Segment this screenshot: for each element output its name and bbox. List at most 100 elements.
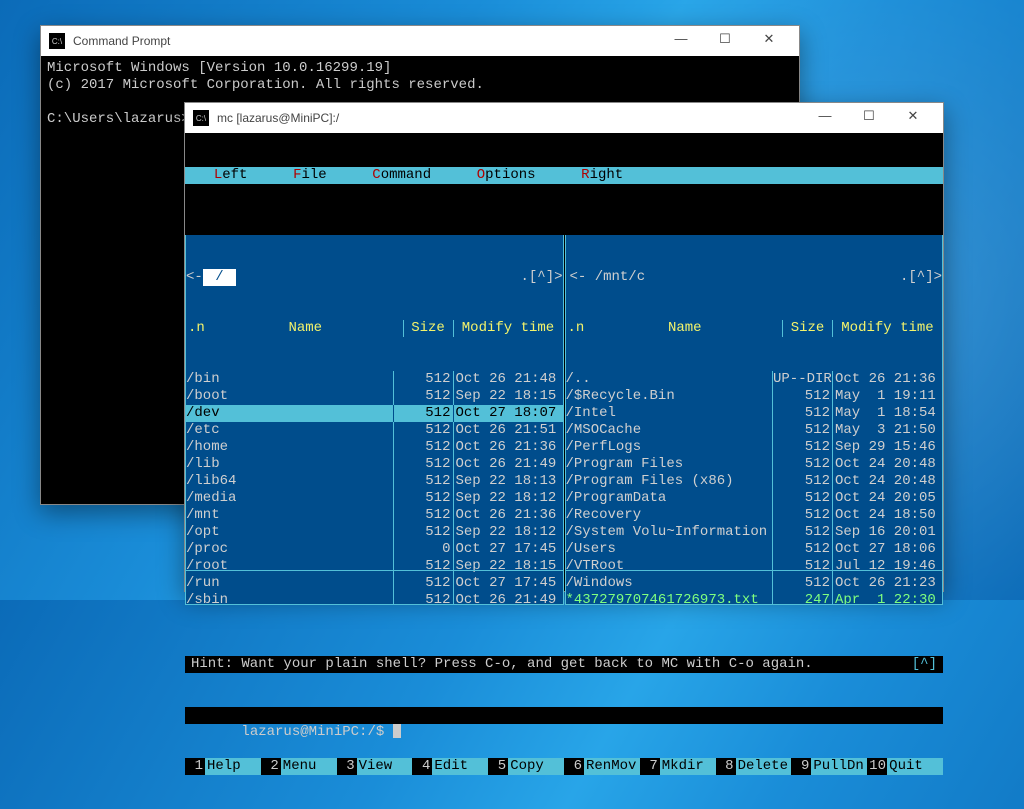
file-row[interactable]: /Users512Oct 27 18:06 — [566, 541, 943, 558]
fkey-label: Mkdir — [660, 758, 716, 775]
file-row[interactable]: /PerfLogs512Sep 29 15:46 — [566, 439, 943, 456]
fkey-copy[interactable]: 5Copy — [488, 758, 564, 775]
fkey-mkdir[interactable]: 7Mkdir — [640, 758, 716, 775]
col-mod[interactable]: Modify time — [832, 320, 942, 337]
file-mtime: Oct 26 21:48 — [453, 371, 563, 388]
file-size: 512 — [772, 541, 832, 558]
fkey-num: 9 — [791, 758, 811, 775]
menu-right[interactable]: Right — [558, 167, 646, 184]
file-mtime: Oct 24 18:50 — [832, 507, 942, 524]
file-row[interactable]: /proc0Oct 27 17:45 — [186, 541, 563, 558]
file-name: /opt — [186, 524, 393, 541]
file-mtime: May 1 18:54 — [832, 405, 942, 422]
mc-terminal[interactable]: Left File Command Options Right <- / .[^… — [185, 133, 943, 591]
col-size[interactable]: Size — [782, 320, 832, 337]
mc-prompt-line[interactable]: lazarus@MiniPC:/$ — [185, 707, 943, 724]
file-row[interactable]: /boot512Sep 22 18:15 — [186, 388, 563, 405]
menu-options[interactable]: Options — [454, 167, 558, 184]
col-name[interactable]: Name — [208, 320, 403, 337]
fkey-quit[interactable]: 10Quit — [867, 758, 943, 775]
right-panel-corner[interactable]: .[^]> — [900, 269, 942, 286]
fkey-menu[interactable]: 2Menu — [261, 758, 337, 775]
file-row[interactable]: /..UP--DIROct 26 21:36 — [566, 371, 943, 388]
right-cols-header: .n Name Size Modify time — [566, 320, 943, 337]
menu-command[interactable]: Command — [349, 167, 453, 184]
close-button[interactable]: ✕ — [891, 101, 935, 131]
maximize-button[interactable]: ☐ — [703, 24, 747, 54]
file-size: 512 — [393, 405, 453, 422]
file-row[interactable]: /lib64512Sep 22 18:13 — [186, 473, 563, 490]
file-size: 512 — [393, 507, 453, 524]
file-name: /MSOCache — [566, 422, 773, 439]
fkey-bar[interactable]: 1Help2Menu3View4Edit5Copy6RenMov7Mkdir8D… — [185, 758, 943, 775]
col-name[interactable]: Name — [588, 320, 783, 337]
left-panel-corner[interactable]: .[^]> — [520, 269, 562, 286]
file-row[interactable]: /Program Files512Oct 24 20:48 — [566, 456, 943, 473]
file-row[interactable]: /MSOCache512May 3 21:50 — [566, 422, 943, 439]
fkey-num: 3 — [337, 758, 357, 775]
file-row[interactable]: /lib512Oct 26 21:49 — [186, 456, 563, 473]
file-row[interactable]: /bin512Oct 26 21:48 — [186, 371, 563, 388]
fkey-label: Quit — [887, 758, 943, 775]
mc-hint-right[interactable]: [^] — [912, 656, 937, 673]
file-name: /etc — [186, 422, 393, 439]
file-row[interactable]: /System Volu~Information512Sep 16 20:01 — [566, 524, 943, 541]
fkey-pulldn[interactable]: 9PullDn — [791, 758, 867, 775]
mc-menubar[interactable]: Left File Command Options Right — [185, 167, 943, 184]
file-size: 512 — [393, 473, 453, 490]
file-name: /Users — [566, 541, 773, 558]
fkey-edit[interactable]: 4Edit — [412, 758, 488, 775]
file-row[interactable]: /media512Sep 22 18:12 — [186, 490, 563, 507]
minimize-button[interactable]: — — [803, 101, 847, 131]
file-row[interactable]: /$Recycle.Bin512May 1 19:11 — [566, 388, 943, 405]
file-row[interactable]: /home512Oct 26 21:36 — [186, 439, 563, 456]
file-size: 512 — [393, 422, 453, 439]
file-mtime: Oct 26 21:36 — [453, 439, 563, 456]
fkey-num: 5 — [488, 758, 508, 775]
file-name: /System Volu~Information — [566, 524, 773, 541]
fkey-label: Copy — [508, 758, 564, 775]
file-mtime: Oct 26 21:36 — [832, 371, 942, 388]
minimize-button[interactable]: — — [659, 24, 703, 54]
file-row[interactable]: /Intel512May 1 18:54 — [566, 405, 943, 422]
file-name: /Program Files — [566, 456, 773, 473]
file-size: 512 — [393, 439, 453, 456]
close-button[interactable]: ✕ — [747, 24, 791, 54]
fkey-num: 10 — [867, 758, 887, 775]
right-panel-path[interactable]: <- /mnt/c — [566, 269, 658, 286]
col-size[interactable]: Size — [403, 320, 453, 337]
cmd-titlebar[interactable]: C:\ Command Prompt — ☐ ✕ — [41, 26, 799, 56]
left-panel[interactable]: <- / .[^]> .n Name Size Modify time /bin… — [185, 235, 564, 605]
file-row[interactable]: /Program Files (x86)512Oct 24 20:48 — [566, 473, 943, 490]
file-row[interactable]: /etc512Oct 26 21:51 — [186, 422, 563, 439]
file-mtime: Sep 22 18:15 — [453, 388, 563, 405]
mc-window[interactable]: C:\ mc [lazarus@MiniPC]:/ — ☐ ✕ Left Fil… — [184, 102, 944, 592]
fkey-help[interactable]: 1Help — [185, 758, 261, 775]
right-panel[interactable]: <- /mnt/c .[^]> .n Name Size Modify time… — [565, 235, 944, 605]
fkey-view[interactable]: 3View — [337, 758, 413, 775]
fkey-label: View — [357, 758, 413, 775]
menu-file[interactable]: File — [270, 167, 349, 184]
fkey-delete[interactable]: 8Delete — [716, 758, 792, 775]
file-mtime: Oct 27 18:06 — [832, 541, 942, 558]
file-row[interactable]: /ProgramData512Oct 24 20:05 — [566, 490, 943, 507]
left-panel-path[interactable]: / — [203, 269, 236, 286]
fkey-label: PullDn — [811, 758, 867, 775]
cmd-title: Command Prompt — [73, 34, 170, 48]
file-size: 512 — [772, 422, 832, 439]
file-row[interactable]: /Recovery512Oct 24 18:50 — [566, 507, 943, 524]
mc-titlebar[interactable]: C:\ mc [lazarus@MiniPC]:/ — ☐ ✕ — [185, 103, 943, 133]
file-row[interactable]: /opt512Sep 22 18:12 — [186, 524, 563, 541]
file-name: /Program Files (x86) — [566, 473, 773, 490]
maximize-button[interactable]: ☐ — [847, 101, 891, 131]
fkey-num: 7 — [640, 758, 660, 775]
file-size: 512 — [393, 388, 453, 405]
menu-left[interactable]: Left — [191, 167, 270, 184]
file-row[interactable]: /mnt512Oct 26 21:36 — [186, 507, 563, 524]
cmd-banner-line1: Microsoft Windows [Version 10.0.16299.19… — [47, 60, 391, 76]
fkey-num: 4 — [412, 758, 432, 775]
file-name: /.. — [566, 371, 773, 388]
fkey-renmov[interactable]: 6RenMov — [564, 758, 640, 775]
file-row[interactable]: /dev512Oct 27 18:07 — [186, 405, 563, 422]
col-mod[interactable]: Modify time — [453, 320, 563, 337]
